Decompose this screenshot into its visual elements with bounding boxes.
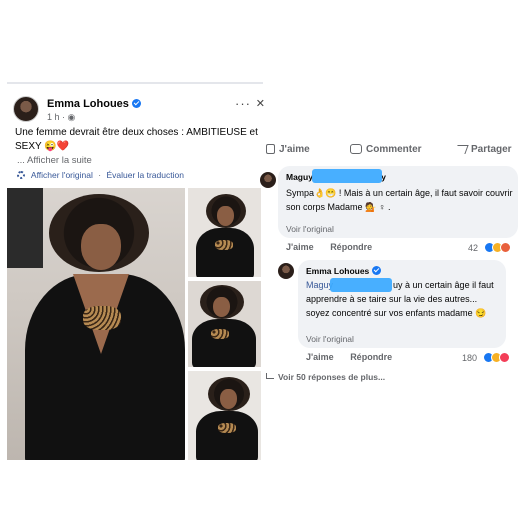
reply-bubble: Emma Lohoues Maguy uy à un certain âge il…: [298, 260, 506, 348]
post-header: Emma Lohoues 1 h · ◉ ··· ✕: [13, 96, 265, 126]
commenter-name-visible[interactable]: Maguy: [286, 172, 313, 182]
redaction-overlay: [312, 169, 382, 183]
thumbs-up-icon: [266, 144, 275, 154]
comment-label: Commenter: [366, 144, 422, 155]
view-more-replies-link[interactable]: Voir 50 réponses de plus...: [266, 372, 385, 382]
share-label: Partager: [471, 144, 512, 155]
see-more-link[interactable]: ... Afficher la suite: [17, 155, 92, 166]
like-label: J'aime: [279, 144, 310, 155]
verified-badge-icon: [372, 266, 382, 275]
reply-see-original-link[interactable]: Voir l'original: [306, 334, 354, 344]
see-original-link[interactable]: Voir l'original: [286, 224, 334, 234]
separator-dot: ·: [98, 170, 102, 180]
thumb3-leopard: [218, 423, 236, 433]
thumb2-face: [213, 297, 230, 317]
show-original-link[interactable]: Afficher l'original: [31, 170, 93, 180]
reply-author-avatar[interactable]: [278, 263, 294, 279]
verified-badge-icon: [131, 99, 141, 108]
redaction-overlay: [330, 278, 392, 292]
view-more-replies-text[interactable]: Voir 50 réponses de plus...: [278, 372, 385, 382]
comment-like-button[interactable]: J'aime: [286, 242, 314, 252]
author-name[interactable]: Emma Lohoues: [47, 98, 141, 110]
thumb3-dress: [196, 411, 258, 460]
commenter-name-tail[interactable]: y: [381, 172, 386, 182]
post-timestamp[interactable]: 1 h · ◉: [47, 112, 75, 123]
angry-reaction-icon: [499, 242, 511, 253]
reply-reaction-count: 180: [462, 353, 478, 363]
post-time-text[interactable]: 1 h: [47, 112, 60, 122]
reply-reply-button[interactable]: Répondre: [350, 352, 392, 362]
reply-mention[interactable]: Maguy: [306, 280, 333, 290]
comment-text: Sympa👌😁 ! Mais à un certain âge, il faut…: [286, 188, 513, 212]
reply-author-name[interactable]: Emma Lohoues: [306, 266, 382, 276]
thumb3-face: [220, 389, 237, 409]
post-photo-thumb-1[interactable]: [188, 188, 261, 277]
reply-reactions[interactable]: 180: [462, 352, 510, 363]
photo-leopard-top: [83, 306, 121, 330]
reply-author-name-text[interactable]: Emma Lohoues: [306, 266, 369, 276]
author-avatar[interactable]: [13, 96, 39, 122]
comment-button[interactable]: Commenter: [350, 144, 422, 155]
thumb2-dress: [192, 319, 256, 367]
photo-background-door: [7, 188, 43, 268]
reply-arrow-icon: [266, 373, 274, 379]
share-icon: [454, 145, 469, 154]
like-button[interactable]: J'aime: [266, 144, 310, 155]
photo-face: [81, 224, 121, 270]
thumb1-dress: [196, 228, 254, 277]
thumb2-leopard: [211, 329, 229, 339]
post-body-text: Une femme devrait être deux choses : AMB…: [15, 127, 258, 152]
post-action-bar: J'aime Commenter Partager: [262, 140, 526, 164]
comment-reaction-count: 42: [468, 243, 479, 253]
comment-reply-button[interactable]: Répondre: [330, 242, 372, 252]
love-reaction-icon: [498, 352, 510, 363]
ellipsis-icon[interactable]: ···: [235, 96, 251, 111]
reply-action-row: J'aime Répondre: [306, 352, 406, 362]
comment-action-row: J'aime Répondre: [286, 242, 386, 252]
post-photo-thumb-3[interactable]: [188, 371, 261, 460]
globe-icon: ◉: [67, 112, 76, 122]
commenter-avatar[interactable]: [260, 172, 276, 188]
share-button[interactable]: Partager: [454, 144, 512, 155]
translation-bar: Afficher l'original · Évaluer la traduct…: [17, 170, 184, 180]
rate-translation-link[interactable]: Évaluer la traduction: [106, 170, 184, 180]
post-photo-thumb-2[interactable]: [188, 281, 261, 367]
comment-icon: [350, 144, 362, 154]
author-name-text[interactable]: Emma Lohoues: [47, 98, 129, 110]
thumb1-face: [217, 206, 234, 226]
comment-reactions[interactable]: 42: [468, 242, 511, 253]
translate-gear-icon[interactable]: [17, 171, 25, 179]
comment-bubble: Maguy y Sympa👌😁 ! Mais à un certain âge,…: [278, 166, 518, 238]
post-photo-main[interactable]: [7, 188, 185, 460]
close-icon[interactable]: ✕: [256, 97, 265, 110]
reply-like-button[interactable]: J'aime: [306, 352, 334, 362]
thumb1-leopard: [215, 240, 233, 250]
